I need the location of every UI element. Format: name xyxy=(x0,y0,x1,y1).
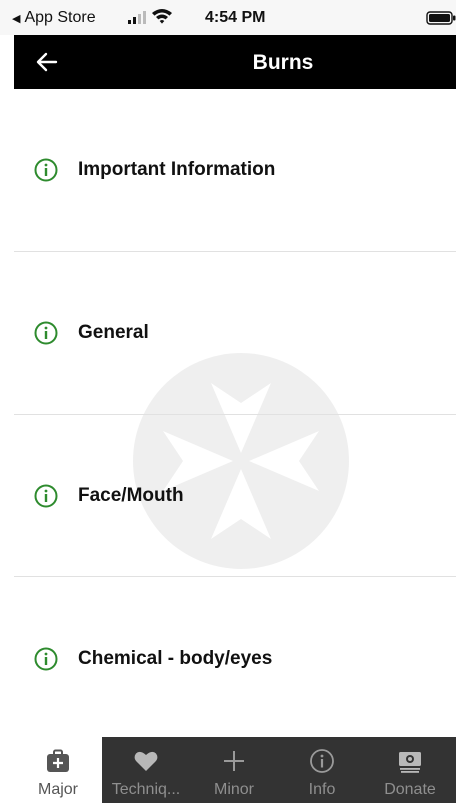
tab-minor[interactable]: Minor xyxy=(190,737,278,803)
wifi-icon xyxy=(152,9,172,24)
tab-label: Major xyxy=(37,781,78,798)
back-to-app-store-link[interactable]: ◀ App Store xyxy=(12,9,96,27)
tab-techniques[interactable]: Techniq... xyxy=(102,737,190,803)
section-general[interactable]: General xyxy=(14,252,456,414)
section-label: Important Information xyxy=(78,159,276,180)
info-circle-icon xyxy=(34,158,58,182)
status-time: 4:54 PM xyxy=(205,9,266,26)
info-circle-icon xyxy=(34,647,58,671)
section-label: Face/Mouth xyxy=(78,485,184,506)
tab-label: Minor xyxy=(213,781,254,798)
cellular-signal-icon xyxy=(128,11,146,24)
tab-label: Info xyxy=(308,781,336,798)
battery-icon xyxy=(426,11,456,25)
divider xyxy=(14,576,456,577)
section-label: General xyxy=(78,322,149,343)
info-circle-icon xyxy=(310,749,334,773)
info-circle-icon xyxy=(34,484,58,508)
first-aid-kit-icon xyxy=(47,749,69,772)
tab-label: Donate xyxy=(384,781,436,798)
bottom-tab-bar: Major Techniq... Minor Info Donate xyxy=(14,737,456,803)
back-to-app-store-label: App Store xyxy=(24,9,96,26)
heart-icon xyxy=(134,751,158,771)
section-chemical-body-eyes[interactable]: Chemical - body/eyes xyxy=(14,578,456,740)
app-header: Burns xyxy=(14,35,456,89)
tab-info[interactable]: Info xyxy=(278,737,366,803)
section-label: Chemical - body/eyes xyxy=(78,648,273,669)
cash-icon xyxy=(399,752,421,773)
plus-icon xyxy=(224,751,244,771)
tab-donate[interactable]: Donate xyxy=(366,737,454,803)
section-important-information[interactable]: Important Information xyxy=(14,89,456,251)
back-triangle-icon: ◀ xyxy=(12,12,21,25)
page-title: Burns xyxy=(252,51,314,74)
status-bar: ◀ App Store 4:54 PM xyxy=(0,0,456,35)
tab-major[interactable]: Major xyxy=(14,737,102,803)
burns-section-list: Important Information General Face/Mouth xyxy=(14,89,456,737)
section-face-mouth[interactable]: Face/Mouth xyxy=(14,415,456,577)
app-screen: ◀ App Store 4:54 PM Burns Important Info… xyxy=(0,0,456,803)
tab-label: Techniq... xyxy=(111,781,181,798)
info-circle-icon xyxy=(34,321,58,345)
